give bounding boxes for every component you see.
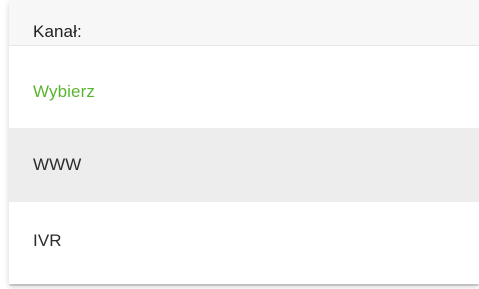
option-label: IVR xyxy=(33,231,62,250)
option-ivr[interactable]: IVR xyxy=(9,202,479,284)
channel-field-label: Kanał: xyxy=(33,22,82,41)
option-label: Wybierz xyxy=(33,82,95,101)
option-label: WWW xyxy=(33,155,82,174)
option-www[interactable]: WWW xyxy=(9,128,479,202)
channel-field-header: Kanał: xyxy=(9,0,479,46)
channel-dropdown-menu: Kanał: Wybierz WWW IVR xyxy=(9,0,479,284)
screen: Kanał: Wybierz WWW IVR xyxy=(0,0,479,289)
option-wybierz[interactable]: Wybierz xyxy=(9,46,479,128)
